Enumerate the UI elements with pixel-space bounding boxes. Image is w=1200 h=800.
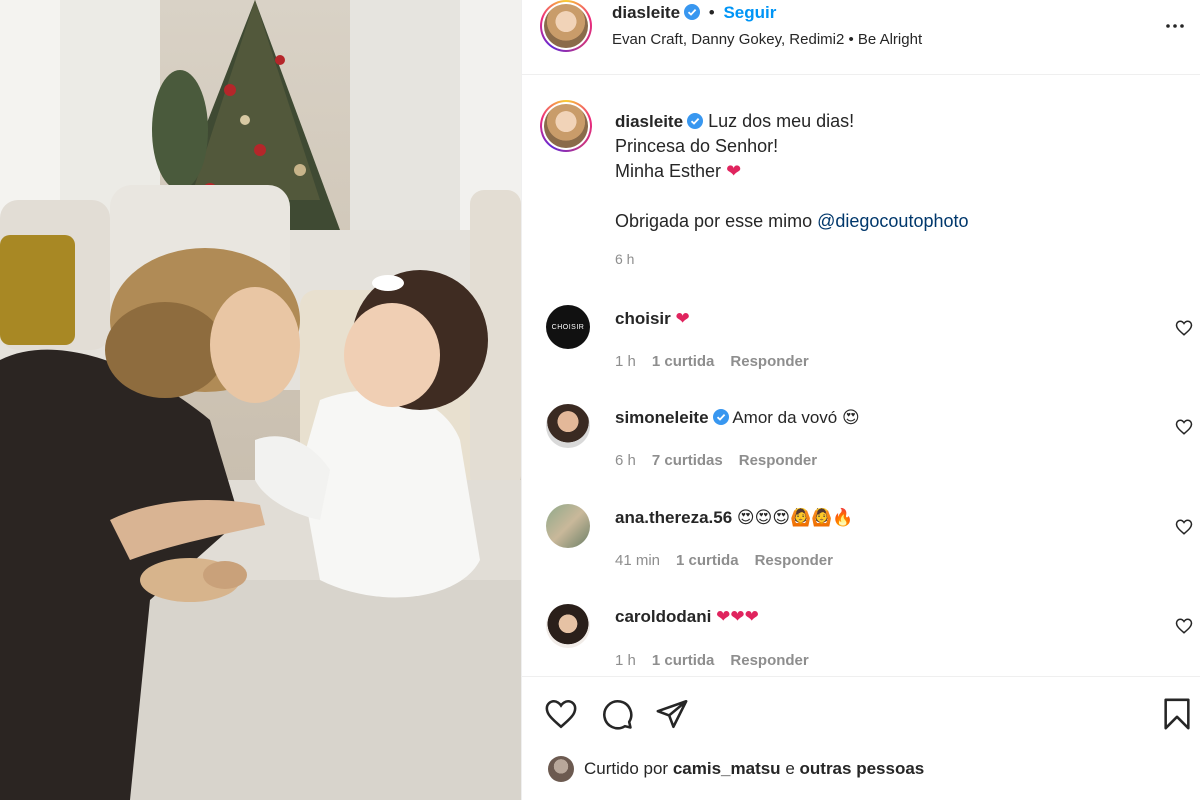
commenter-avatar[interactable] bbox=[546, 604, 590, 648]
caption-line-3: Minha Esther bbox=[615, 161, 722, 181]
commenter-username[interactable]: caroldodani bbox=[615, 607, 711, 626]
reply-button[interactable]: Responder bbox=[730, 353, 808, 370]
caption-username[interactable]: diasleite bbox=[615, 112, 683, 131]
caption-timestamp[interactable]: 6 h bbox=[615, 251, 634, 267]
comment-item: simoneleite Amor da vovó 😍 6 h 7 curtidas… bbox=[522, 401, 1200, 491]
liker-username[interactable]: camis_matsu bbox=[673, 759, 781, 778]
bookmark-icon[interactable] bbox=[1160, 697, 1194, 731]
heart-icon[interactable] bbox=[1175, 617, 1193, 635]
commenter-avatar[interactable] bbox=[546, 404, 590, 448]
follow-button[interactable]: Seguir bbox=[723, 3, 776, 22]
post-side-panel: diasleite • Seguir Evan Craft, Danny Gok… bbox=[521, 0, 1200, 800]
comment-time[interactable]: 41 min bbox=[615, 552, 660, 569]
comment-text: Amor da vovó bbox=[732, 408, 838, 427]
commenter-avatar[interactable] bbox=[546, 504, 590, 548]
caption-text: diasleite Luz dos meu dias! Princesa do … bbox=[615, 109, 1175, 234]
post-actions-bar bbox=[522, 676, 1200, 750]
comment-icon[interactable] bbox=[600, 697, 634, 731]
verified-badge-icon bbox=[712, 409, 729, 425]
comment-item: ana.thereza.56 😍😍😍🙆🙆🔥 41 min 1 curtida Res… bbox=[522, 501, 1200, 591]
caption-line-1: Luz dos meu dias! bbox=[708, 111, 855, 131]
red-heart-emoji: ❤ bbox=[726, 161, 742, 182]
author-line: diasleite • Seguir bbox=[612, 3, 776, 23]
commenter-username[interactable]: ana.thereza.56 bbox=[615, 508, 732, 527]
comment-likes-count[interactable]: 1 curtida bbox=[652, 353, 715, 370]
comment-time[interactable]: 6 h bbox=[615, 452, 636, 469]
caption-line-2: Princesa do Senhor! bbox=[615, 136, 779, 156]
liked-by-joiner: e bbox=[785, 759, 795, 778]
post-header: diasleite • Seguir Evan Craft, Danny Gok… bbox=[522, 0, 1200, 75]
comment-emojis: ❤ bbox=[675, 309, 690, 329]
share-icon[interactable] bbox=[655, 697, 689, 731]
comment-emojis: ❤❤❤ bbox=[716, 607, 759, 627]
heart-icon[interactable] bbox=[544, 697, 578, 731]
comment-time[interactable]: 1 h bbox=[615, 652, 636, 669]
liked-by-text[interactable]: Curtido por camis_matsu e outras pessoas bbox=[584, 759, 924, 779]
comment-emojis: 😍 bbox=[841, 408, 860, 428]
comment-likes-count[interactable]: 1 curtida bbox=[676, 552, 739, 569]
reply-button[interactable]: Responder bbox=[755, 552, 833, 569]
mention-link[interactable]: @diegocoutophoto bbox=[817, 211, 968, 231]
comment-emojis: 😍😍😍🙆🙆🔥 bbox=[736, 508, 854, 528]
comment-time[interactable]: 1 h bbox=[615, 353, 636, 370]
liked-by: Curtido por camis_matsu e outras pessoas bbox=[522, 750, 1200, 790]
verified-badge-icon bbox=[684, 4, 701, 20]
caption-thanks: Obrigada por esse mimo bbox=[615, 211, 813, 231]
author-avatar[interactable] bbox=[540, 0, 592, 52]
post-media-image[interactable] bbox=[0, 0, 521, 800]
reply-button[interactable]: Responder bbox=[739, 452, 817, 469]
liker-avatar[interactable] bbox=[548, 756, 574, 782]
heart-icon[interactable] bbox=[1175, 418, 1193, 436]
commenter-username[interactable]: simoneleite bbox=[615, 408, 709, 427]
commenter-username[interactable]: choisir bbox=[615, 309, 671, 328]
audio-attribution-link[interactable]: Evan Craft, Danny Gokey, Redimi2 • Be Al… bbox=[612, 31, 922, 48]
comment-likes-count[interactable]: 1 curtida bbox=[652, 652, 715, 669]
liked-by-prefix: Curtido por bbox=[584, 759, 669, 778]
more-horizontal-icon[interactable] bbox=[1163, 14, 1187, 38]
avatar-logo-text: CHOISIR bbox=[551, 323, 585, 331]
reply-button[interactable]: Responder bbox=[730, 652, 808, 669]
commenter-avatar[interactable]: CHOISIR bbox=[546, 305, 590, 349]
caption-author-avatar[interactable] bbox=[540, 100, 592, 152]
separator-dot: • bbox=[708, 3, 715, 22]
comment-item: CHOISIR choisir ❤ 1 h 1 curtida Responder bbox=[522, 302, 1200, 392]
photo-illustration bbox=[0, 0, 521, 800]
author-username[interactable]: diasleite bbox=[612, 3, 680, 22]
verified-badge-icon bbox=[687, 113, 704, 129]
comment-likes-count[interactable]: 7 curtidas bbox=[652, 452, 723, 469]
other-likers-link[interactable]: outras pessoas bbox=[800, 759, 925, 778]
heart-icon[interactable] bbox=[1175, 518, 1193, 536]
heart-icon[interactable] bbox=[1175, 319, 1193, 337]
